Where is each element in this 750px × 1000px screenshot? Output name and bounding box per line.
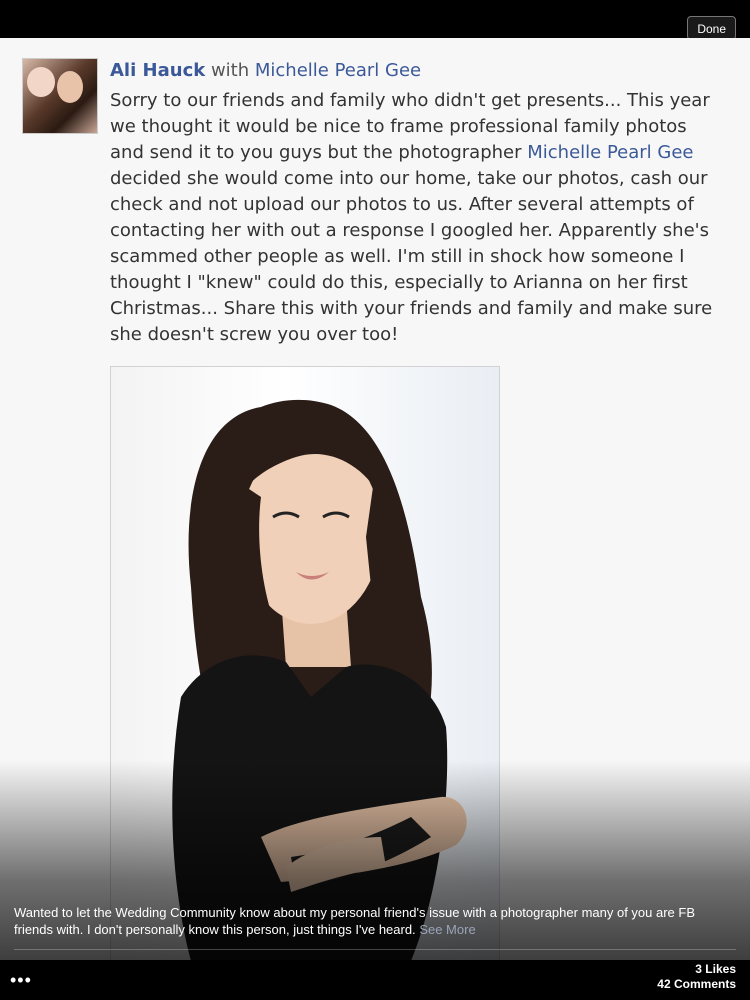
engagement-stats: 3 Likes 42 Comments xyxy=(657,962,736,992)
with-word: with xyxy=(210,60,250,81)
mention-link[interactable]: Michelle Pearl Gee xyxy=(527,142,693,163)
avatar-mother-shape xyxy=(57,71,83,103)
caption: Wanted to let the Wedding Community know… xyxy=(14,904,736,938)
ellipsis-icon[interactable]: ••• xyxy=(10,970,32,991)
bottom-bar: ••• 3 Likes 42 Comments xyxy=(0,960,750,1000)
post-text: Sorry to our friends and family who didn… xyxy=(110,88,720,348)
done-button[interactable]: Done xyxy=(687,16,736,40)
tagged-name[interactable]: Michelle Pearl Gee xyxy=(255,60,421,81)
post-text-part2: decided she would come into our home, ta… xyxy=(110,168,713,345)
avatar[interactable] xyxy=(22,58,98,134)
avatar-baby-shape xyxy=(27,67,55,97)
post-header: Ali Hauck with Michelle Pearl Gee xyxy=(110,60,421,81)
author-name[interactable]: Ali Hauck xyxy=(110,60,205,81)
caption-divider xyxy=(14,949,736,950)
comments-count[interactable]: 42 Comments xyxy=(657,977,736,992)
top-bar: Done xyxy=(0,0,750,40)
caption-text: Wanted to let the Wedding Community know… xyxy=(14,905,696,937)
likes-count[interactable]: 3 Likes xyxy=(657,962,736,977)
see-more-link[interactable]: See More xyxy=(419,922,475,937)
